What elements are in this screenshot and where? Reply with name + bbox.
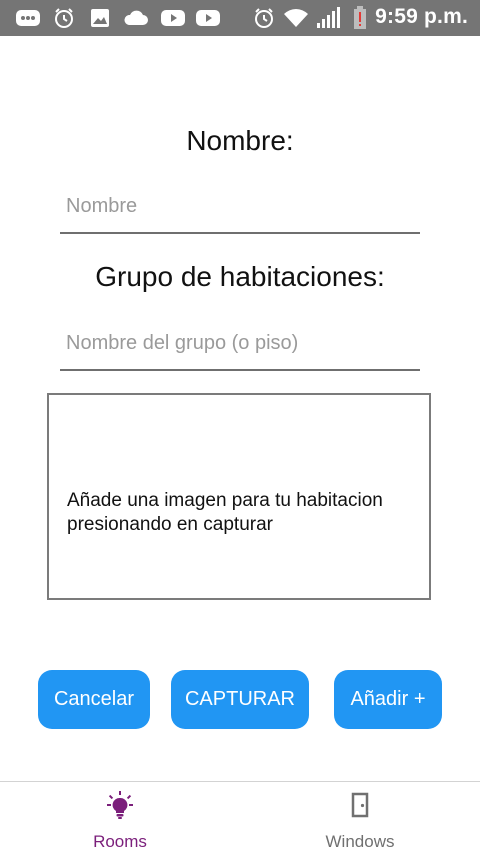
wifi-icon (283, 7, 309, 29)
alarm-icon (252, 7, 276, 29)
group-input[interactable] (60, 323, 426, 363)
image-icon (88, 7, 112, 29)
status-bar: 9:59 p.m. (0, 0, 480, 36)
status-time: 9:59 p.m. (375, 5, 468, 28)
name-input[interactable] (60, 186, 426, 226)
message-icon (14, 7, 42, 29)
youtube-icon (195, 7, 221, 29)
lightbulb-icon (104, 790, 136, 822)
alarm-icon (52, 7, 76, 29)
image-preview-box: Añade una imagen para tu habitacion pres… (47, 393, 431, 600)
add-button[interactable]: Añadir + (334, 670, 442, 729)
cancel-button[interactable]: Cancelar (38, 670, 150, 729)
image-hint-text: Añade una imagen para tu habitacion pres… (67, 490, 383, 535)
nav-label-rooms: Rooms (93, 832, 147, 851)
capture-button[interactable]: CAPTURAR (171, 670, 309, 729)
name-title: Nombre: (186, 125, 294, 156)
name-field-wrapper (60, 178, 426, 234)
nav-item-windows[interactable]: Windows (240, 782, 480, 855)
door-icon (344, 790, 376, 822)
battery-low-icon (351, 6, 369, 29)
cloud-icon (122, 7, 150, 29)
youtube-icon (160, 7, 186, 29)
nav-label-windows: Windows (325, 832, 395, 851)
nav-item-rooms[interactable]: Rooms (0, 782, 240, 855)
signal-icon (315, 7, 343, 29)
group-title: Grupo de habitaciones: (95, 261, 385, 292)
group-field-wrapper (60, 315, 426, 371)
bottom-navigation: Rooms Windows (0, 781, 480, 855)
